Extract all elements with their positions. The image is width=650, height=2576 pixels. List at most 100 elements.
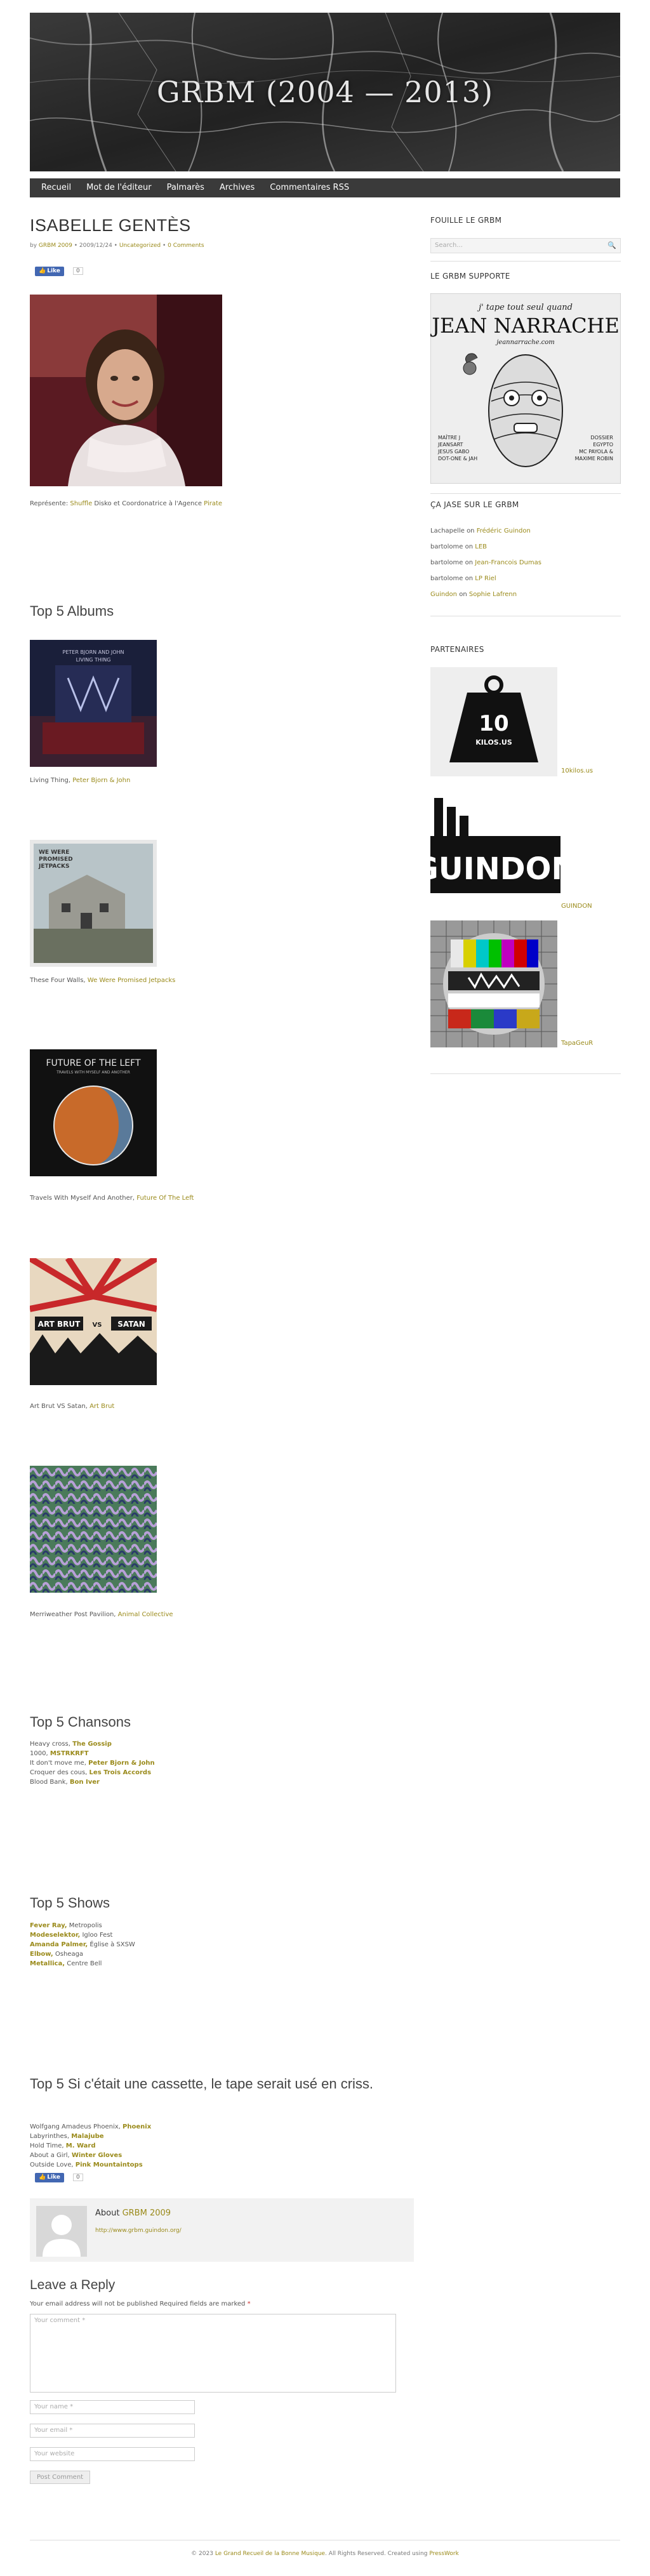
- album-artist-link[interactable]: Peter Bjorn & John: [72, 777, 130, 784]
- show-artist-link[interactable]: Amanda Palmer,: [30, 1941, 88, 1948]
- post-comment-button[interactable]: Post Comment: [30, 2471, 91, 2484]
- facebook-like-button[interactable]: 👍 Like: [35, 2173, 64, 2182]
- nav-item-palmares[interactable]: Palmarès: [159, 178, 212, 197]
- album-artist-link[interactable]: Future Of The Left: [136, 1195, 194, 1202]
- list-item: bartolome on LP Riel: [430, 571, 541, 587]
- meta-author-link[interactable]: GRBM 2009: [39, 242, 72, 249]
- top-shows-heading: Top 5 Shows: [30, 1895, 110, 1911]
- nav-item-archives[interactable]: Archives: [212, 178, 262, 197]
- album-cover-travels[interactable]: FUTURE OF THE LEFT TRAVELS WITH MYSELF A…: [30, 1049, 157, 1176]
- top-songs-heading: Top 5 Chansons: [30, 1714, 131, 1730]
- email-input[interactable]: Your email *: [30, 2424, 195, 2438]
- list-item: Metallica, Centre Bell: [30, 1959, 135, 1969]
- comment-post-link[interactable]: Frédéric Guindon: [477, 528, 531, 534]
- album-caption-2: These Four Walls, We Were Promised Jetpa…: [30, 977, 175, 984]
- partner-link-10kilos[interactable]: 10kilos.us: [561, 767, 593, 774]
- tape-artist-link[interactable]: Malajube: [71, 2133, 103, 2140]
- songs-list: Heavy cross, The Gossip 1000, MSTRKRFT I…: [30, 1739, 155, 1787]
- reply-note-text: Your email address will not be published…: [30, 2300, 246, 2307]
- shuffle-link[interactable]: Shuffle: [70, 500, 92, 507]
- comments-widget-title: ÇA JASE SUR LE GRBM: [430, 500, 519, 509]
- author-name-link[interactable]: GRBM 2009: [123, 2208, 171, 2218]
- search-icon[interactable]: 🔍: [607, 239, 616, 253]
- footer-theme-link[interactable]: PressWork: [429, 2551, 458, 2557]
- meta-separator: •: [162, 242, 166, 249]
- partner-logo-guindon[interactable]: GUINDON: [413, 792, 577, 906]
- tape-artist-link[interactable]: Phoenix: [123, 2123, 151, 2130]
- list-item: Wolfgang Amadeus Phoenix, Phoenix: [30, 2122, 151, 2132]
- comment-author: bartolome: [430, 575, 463, 582]
- show-venue: Centre Bell: [67, 1960, 102, 1967]
- comment-post-link[interactable]: LEB: [475, 543, 487, 550]
- song-artist-link[interactable]: MSTRKRFT: [50, 1750, 89, 1757]
- song-artist-link[interactable]: Bon Iver: [70, 1779, 100, 1786]
- album-cover-text: ART BRUT: [38, 1320, 81, 1329]
- song-artist-link[interactable]: Peter Bjorn & John: [88, 1760, 155, 1767]
- tape-title: About a Girl,: [30, 2152, 70, 2159]
- nav-item-mot-editeur[interactable]: Mot de l'éditeur: [79, 178, 159, 197]
- facebook-like-button[interactable]: 👍 Like: [35, 267, 64, 276]
- poster-left-line: JEANSART: [437, 442, 463, 448]
- album-cover-merriweather[interactable]: [30, 1466, 157, 1593]
- album-artist-link[interactable]: We Were Promised Jetpacks: [88, 977, 176, 984]
- site-title[interactable]: GRBM (2004 — 2013): [30, 75, 620, 109]
- author-box: About GRBM 2009 http://www.grbm.guindon.…: [30, 2198, 414, 2262]
- album-cover-art-brut[interactable]: ART BRUT VS SATAN: [28, 1255, 159, 1385]
- show-venue: Metropolis: [69, 1922, 102, 1929]
- partner-link-guindon[interactable]: GUINDON: [561, 903, 592, 910]
- author-website-link[interactable]: http://www.grbm.guindon.org/: [95, 2227, 182, 2234]
- album-cover-text: SATAN: [117, 1320, 145, 1329]
- website-input[interactable]: Your website: [30, 2447, 195, 2461]
- list-item: bartolome on LEB: [430, 539, 541, 555]
- comment-on: on: [465, 543, 474, 550]
- name-input[interactable]: Your name *: [30, 2400, 195, 2414]
- portrait-photo: [30, 295, 222, 486]
- album-cover-subtitle: TRAVELS WITH MYSELF AND ANOTHER: [56, 1070, 130, 1075]
- widget-divider: [430, 493, 621, 494]
- album-cover-these-four-walls[interactable]: WE WERE PROMISED JETPACKS: [30, 840, 157, 967]
- song-artist-link[interactable]: Les Trois Accords: [90, 1769, 151, 1776]
- tape-artist-link[interactable]: Pink Mountaintops: [76, 2161, 143, 2168]
- nav-item-recueil[interactable]: Recueil: [34, 178, 79, 197]
- comment-post-link[interactable]: Sophie Lafrenn: [469, 591, 517, 598]
- tape-artist-link[interactable]: M. Ward: [66, 2142, 96, 2149]
- shows-list: Fever Ray, Metropolis Modeselektor, Iglo…: [30, 1921, 135, 1969]
- album-cover-text: WE WERE: [39, 849, 69, 856]
- album-artist-link[interactable]: Animal Collective: [118, 1611, 173, 1618]
- meta-category-link[interactable]: Uncategorized: [119, 242, 161, 249]
- comment-post-link[interactable]: LP Riel: [475, 575, 496, 582]
- thumbs-up-icon: 👍: [39, 2174, 46, 2181]
- show-artist-link[interactable]: Metallica,: [30, 1960, 65, 1967]
- show-artist-link[interactable]: Elbow,: [30, 1951, 53, 1958]
- meta-comments-link[interactable]: 0 Comments: [168, 242, 204, 249]
- song-artist-link[interactable]: The Gossip: [72, 1741, 112, 1748]
- thumbs-up-icon: 👍: [39, 268, 46, 274]
- post-title[interactable]: ISABELLE GENTÈS: [30, 216, 414, 236]
- partner-link-tapageur[interactable]: TapaGeuR: [561, 1040, 593, 1047]
- nav-item-commentaires-rss[interactable]: Commentaires RSS: [262, 178, 357, 197]
- footer-site-link[interactable]: Le Grand Recueil de la Bonne Musique: [215, 2551, 325, 2557]
- main-navigation: Recueil Mot de l'éditeur Palmarès Archiv…: [30, 178, 620, 197]
- partner-logo-tapageur[interactable]: [430, 920, 557, 1047]
- list-item: Hold Time, M. Ward: [30, 2141, 151, 2151]
- show-artist-link[interactable]: Modeselektor,: [30, 1932, 80, 1939]
- jean-narrache-poster[interactable]: j' tape tout seul quand JEAN NARRACHE je…: [430, 293, 621, 484]
- show-artist-link[interactable]: Fever Ray,: [30, 1922, 67, 1929]
- partner-logo-10kilos[interactable]: 10 KILOS.US: [430, 667, 557, 776]
- comment-author-link[interactable]: Guindon: [430, 591, 457, 598]
- song-title: 1000,: [30, 1750, 48, 1757]
- album-cover-living-thing[interactable]: PETER BJORN AND JOHN LIVING THING: [30, 640, 157, 767]
- pirate-link[interactable]: Pirate: [204, 500, 222, 507]
- comment-post-link[interactable]: Jean-Francois Dumas: [475, 559, 541, 566]
- list-item: Elbow, Osheaga: [30, 1949, 135, 1959]
- comment-on: on: [467, 528, 475, 534]
- list-item: bartolome on Jean-Francois Dumas: [430, 555, 541, 571]
- album-artist-link[interactable]: Art Brut: [90, 1403, 114, 1410]
- list-item: It don't move me, Peter Bjorn & John: [30, 1758, 155, 1768]
- site-header[interactable]: GRBM (2004 — 2013): [30, 13, 620, 171]
- search-input[interactable]: Search... 🔍: [430, 238, 621, 253]
- comment-author: bartolome: [430, 543, 463, 550]
- meta-date: 2009/12/24: [79, 242, 112, 249]
- comment-textarea[interactable]: Your comment *: [30, 2314, 396, 2393]
- tape-artist-link[interactable]: Winter Gloves: [72, 2152, 122, 2159]
